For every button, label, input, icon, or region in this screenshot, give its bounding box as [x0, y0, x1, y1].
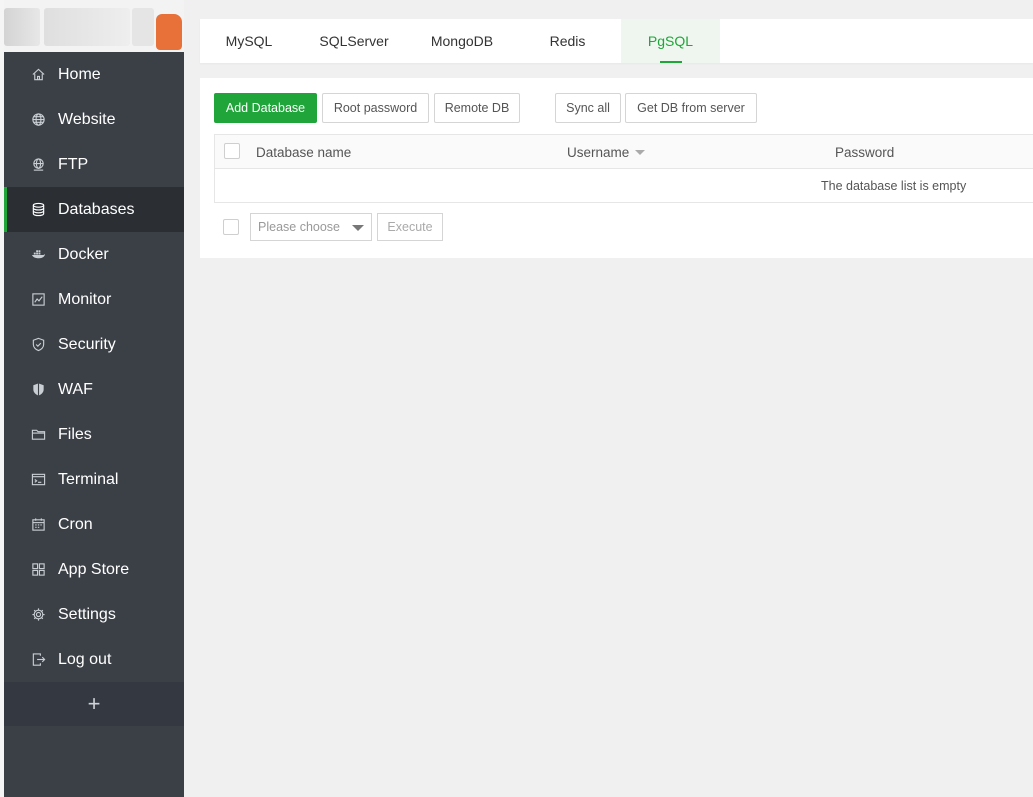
empty-list-message: The database list is empty — [821, 178, 967, 193]
database-panel: Add Database Root password Remote DB Syn… — [200, 78, 1033, 258]
column-username-label: Username — [567, 144, 630, 160]
grid-icon — [30, 562, 46, 578]
sidebar-item-app-store[interactable]: App Store — [4, 547, 184, 592]
sidebar-item-settings[interactable]: Settings — [4, 592, 184, 637]
sidebar-item-label: Security — [58, 335, 116, 353]
tab-mongodb[interactable]: MongoDB — [410, 19, 514, 63]
sidebar-item-docker[interactable]: Docker — [4, 232, 184, 277]
gear-icon — [30, 607, 46, 623]
tab-sqlserver[interactable]: SQLServer — [298, 19, 410, 63]
sync-all-button[interactable]: Sync all — [555, 93, 621, 123]
table-empty-row: The database list is empty — [215, 169, 1033, 202]
batch-select-checkbox[interactable] — [223, 219, 239, 235]
sidebar-item-ftp[interactable]: FTP — [4, 142, 184, 187]
blurred-logo-part — [132, 8, 154, 46]
sidebar-item-label: Files — [58, 425, 92, 443]
panel-logo-area — [4, 0, 184, 52]
sidebar-item-label: Home — [58, 65, 101, 83]
globe-icon — [30, 112, 46, 128]
waf-shield-icon — [30, 382, 46, 398]
terminal-icon — [30, 472, 46, 488]
execute-button[interactable]: Execute — [377, 213, 443, 241]
sidebar-item-terminal[interactable]: Terminal — [4, 457, 184, 502]
add-database-button[interactable]: Add Database — [214, 93, 317, 123]
sidebar-item-logout[interactable]: Log out — [4, 637, 184, 682]
sidebar-item-label: Cron — [58, 515, 93, 533]
sidebar-item-label: FTP — [58, 155, 89, 173]
tab-mysql[interactable]: MySQL — [200, 19, 298, 63]
database-icon — [30, 202, 46, 218]
batch-action-placeholder: Please choose — [258, 220, 341, 234]
sidebar-item-home[interactable]: Home — [4, 52, 184, 97]
logout-icon — [30, 652, 46, 668]
shield-icon — [30, 337, 46, 353]
column-username[interactable]: Username — [567, 135, 646, 169]
blurred-server-name — [44, 8, 130, 46]
sidebar-item-files[interactable]: Files — [4, 412, 184, 457]
sidebar-footer: + — [4, 682, 184, 726]
column-password: Password — [835, 144, 895, 160]
sidebar-item-label: Settings — [58, 605, 116, 623]
sidebar-item-cron[interactable]: Cron — [4, 502, 184, 547]
sidebar-item-label: Terminal — [58, 470, 119, 488]
folder-icon — [30, 427, 46, 443]
sidebar-item-label: Log out — [58, 650, 112, 668]
sidebar: Home Website FTP Databases Docker Monito… — [0, 0, 184, 797]
root-password-button[interactable]: Root password — [322, 93, 429, 123]
sidebar-item-label: Databases — [58, 200, 135, 218]
sidebar-item-label: Monitor — [58, 290, 112, 308]
database-type-tabs: MySQL SQLServer MongoDB Redis PgSQL — [200, 19, 1033, 63]
column-database-name: Database name — [256, 144, 352, 160]
database-table: Database name Username Password The data… — [214, 134, 1033, 203]
sidebar-item-monitor[interactable]: Monitor — [4, 277, 184, 322]
home-icon — [30, 67, 46, 83]
sidebar-item-label: Website — [58, 110, 116, 128]
sidebar-item-security[interactable]: Security — [4, 322, 184, 367]
calendar-icon — [30, 517, 46, 533]
monitor-icon — [30, 292, 46, 308]
batch-operation-bar: Please choose Execute — [214, 213, 614, 241]
batch-action-select[interactable]: Please choose — [250, 213, 372, 241]
sidebar-menu: Home Website FTP Databases Docker Monito… — [4, 52, 184, 682]
notification-badge[interactable] — [156, 14, 182, 50]
tab-pgsql[interactable]: PgSQL — [621, 19, 720, 63]
get-db-from-server-button[interactable]: Get DB from server — [625, 93, 757, 123]
remote-db-button[interactable]: Remote DB — [434, 93, 520, 123]
ftp-globe-icon — [30, 157, 46, 173]
select-all-checkbox[interactable] — [224, 143, 240, 159]
chevron-down-icon — [352, 225, 364, 231]
sidebar-item-waf[interactable]: WAF — [4, 367, 184, 412]
sidebar-item-label: Docker — [58, 245, 109, 263]
sidebar-item-label: WAF — [58, 380, 93, 398]
sidebar-item-label: App Store — [58, 560, 130, 578]
tab-redis[interactable]: Redis — [514, 19, 621, 63]
docker-icon — [30, 247, 46, 263]
blurred-logo-part — [4, 8, 40, 46]
sort-caret-icon[interactable] — [635, 150, 646, 155]
sidebar-item-databases[interactable]: Databases — [4, 187, 184, 232]
add-shortcut-button[interactable]: + — [88, 693, 101, 715]
sidebar-item-website[interactable]: Website — [4, 97, 184, 142]
table-header: Database name Username Password — [215, 135, 1033, 169]
